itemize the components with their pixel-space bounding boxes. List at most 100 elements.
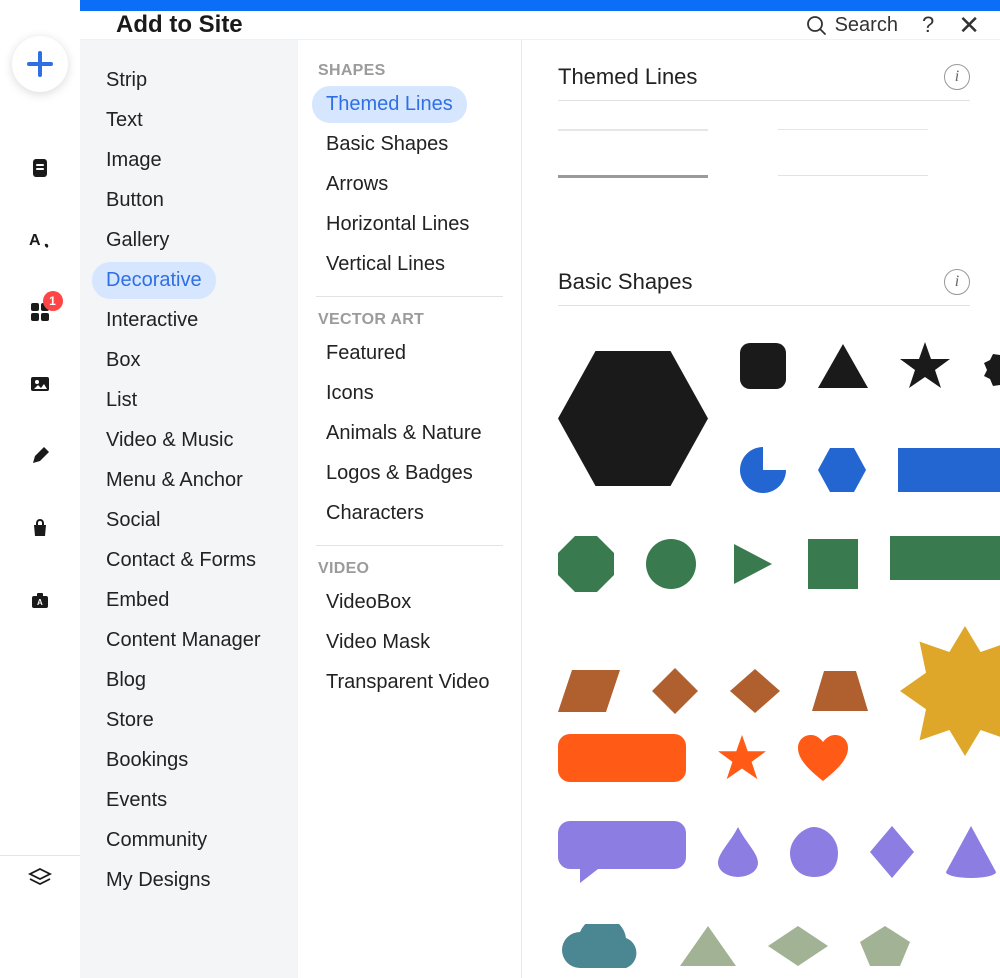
shape-cone[interactable]	[946, 820, 996, 884]
line-sample[interactable]	[558, 129, 708, 131]
store-icon[interactable]	[25, 513, 55, 543]
shape-grid	[558, 334, 970, 978]
search-button[interactable]: Search	[805, 14, 898, 37]
shape-diamond-purple[interactable]	[870, 820, 914, 884]
category-item[interactable]: Button	[92, 182, 178, 219]
shape-triangle-olive[interactable]	[680, 914, 736, 978]
shape-rhombus[interactable]	[730, 659, 780, 723]
subcategory-item[interactable]: Horizontal Lines	[312, 206, 483, 243]
layers-icon[interactable]	[25, 863, 55, 893]
shape-seal[interactable]	[982, 334, 1000, 398]
subcategory-list: SHAPESThemed LinesBasic ShapesArrowsHori…	[298, 40, 522, 978]
shape-pentagon-olive[interactable]	[860, 914, 910, 978]
subcategory-item[interactable]: VideoBox	[312, 584, 425, 621]
apps-icon[interactable]: 1	[25, 297, 55, 327]
category-item[interactable]: Text	[92, 102, 157, 139]
category-item[interactable]: Events	[92, 782, 181, 819]
media-icon[interactable]	[25, 369, 55, 399]
shape-square[interactable]	[808, 532, 858, 596]
shape-rounded-rect[interactable]	[558, 726, 686, 790]
shape-circle[interactable]	[646, 532, 696, 596]
shape-rectangle[interactable]	[898, 438, 1000, 502]
design-icon[interactable]: A	[25, 225, 55, 255]
line-sample[interactable]	[558, 175, 708, 178]
category-item[interactable]: Store	[92, 702, 168, 739]
add-button[interactable]	[12, 36, 68, 92]
shape-speech-bubble[interactable]	[558, 820, 686, 884]
help-button[interactable]: ?	[922, 12, 934, 38]
shape-triangle[interactable]	[818, 334, 868, 398]
line-sample[interactable]	[778, 175, 928, 176]
shape-trapezoid[interactable]	[812, 659, 868, 723]
plus-icon	[25, 49, 55, 79]
subcategory-item[interactable]: Basic Shapes	[312, 126, 462, 163]
search-label: Search	[835, 14, 898, 37]
blog-icon[interactable]	[25, 441, 55, 471]
content-pane: Themed Lines i Basic Shapes i	[522, 40, 1000, 978]
category-item[interactable]: Community	[92, 822, 221, 859]
shape-cloud[interactable]	[558, 914, 648, 978]
add-panel: Add to Site Search ? ✕ StripTextImageBut…	[80, 11, 1000, 936]
category-item[interactable]: Decorative	[92, 262, 216, 299]
subcategory-item[interactable]: Icons	[312, 375, 388, 412]
category-item[interactable]: Embed	[92, 582, 183, 619]
shape-hexagon-small[interactable]	[818, 438, 866, 502]
shape-octagon[interactable]	[558, 532, 614, 596]
section-divider	[558, 100, 970, 101]
shape-speech-rect[interactable]	[890, 532, 1000, 596]
subcategory-item[interactable]: Characters	[312, 495, 438, 532]
shape-star[interactable]	[900, 334, 950, 398]
shape-diamond[interactable]	[652, 659, 698, 723]
search-icon	[805, 14, 827, 36]
subcategory-item[interactable]: Themed Lines	[312, 86, 467, 123]
line-sample[interactable]	[778, 129, 928, 130]
shape-diamond-olive[interactable]	[768, 914, 828, 978]
group-separator	[316, 545, 503, 546]
group-header: VECTOR ART	[318, 311, 501, 329]
category-item[interactable]: Gallery	[92, 222, 183, 259]
shape-hexagon[interactable]	[558, 343, 708, 493]
rail-separator	[0, 855, 80, 856]
subcategory-item[interactable]: Animals & Nature	[312, 415, 496, 452]
category-item[interactable]: Strip	[92, 62, 161, 99]
subcategory-item[interactable]: Arrows	[312, 166, 402, 203]
category-item[interactable]: Bookings	[92, 742, 202, 779]
shape-play[interactable]	[728, 532, 776, 596]
info-icon[interactable]: i	[944, 64, 970, 90]
apps-badge: 1	[43, 291, 63, 311]
category-list: StripTextImageButtonGalleryDecorativeInt…	[80, 40, 298, 978]
panel-header: Add to Site Search ? ✕	[80, 11, 1000, 40]
category-item[interactable]: List	[92, 382, 151, 419]
left-rail: A 1 A	[0, 0, 80, 936]
shape-star-orange[interactable]	[718, 726, 766, 790]
category-item[interactable]: Image	[92, 142, 176, 179]
category-item[interactable]: Box	[92, 342, 154, 379]
subcategory-item[interactable]: Logos & Badges	[312, 455, 487, 492]
close-button[interactable]: ✕	[958, 12, 980, 38]
section-divider	[558, 305, 970, 306]
category-item[interactable]: Social	[92, 502, 174, 539]
shape-drop[interactable]	[718, 820, 758, 884]
subcategory-item[interactable]: Transparent Video	[312, 664, 503, 701]
business-icon[interactable]: A	[25, 585, 55, 615]
subcategory-item[interactable]: Vertical Lines	[312, 246, 459, 283]
shape-blob[interactable]	[790, 820, 838, 884]
category-item[interactable]: My Designs	[92, 862, 224, 899]
category-item[interactable]: Menu & Anchor	[92, 462, 257, 499]
subcategory-item[interactable]: Video Mask	[312, 624, 444, 661]
category-item[interactable]: Interactive	[92, 302, 212, 339]
shape-parallelogram[interactable]	[558, 659, 620, 723]
shape-rounded-square[interactable]	[740, 334, 786, 398]
shape-pacman[interactable]	[740, 438, 786, 502]
section-title-themed: Themed Lines	[558, 64, 697, 90]
pages-icon[interactable]	[25, 153, 55, 183]
subcategory-item[interactable]: Featured	[312, 335, 420, 372]
group-separator	[316, 296, 503, 297]
category-item[interactable]: Video & Music	[92, 422, 247, 459]
group-header: VIDEO	[318, 560, 501, 578]
info-icon[interactable]: i	[944, 269, 970, 295]
category-item[interactable]: Content Manager	[92, 622, 275, 659]
category-item[interactable]: Blog	[92, 662, 160, 699]
shape-heart[interactable]	[798, 726, 848, 790]
category-item[interactable]: Contact & Forms	[92, 542, 270, 579]
